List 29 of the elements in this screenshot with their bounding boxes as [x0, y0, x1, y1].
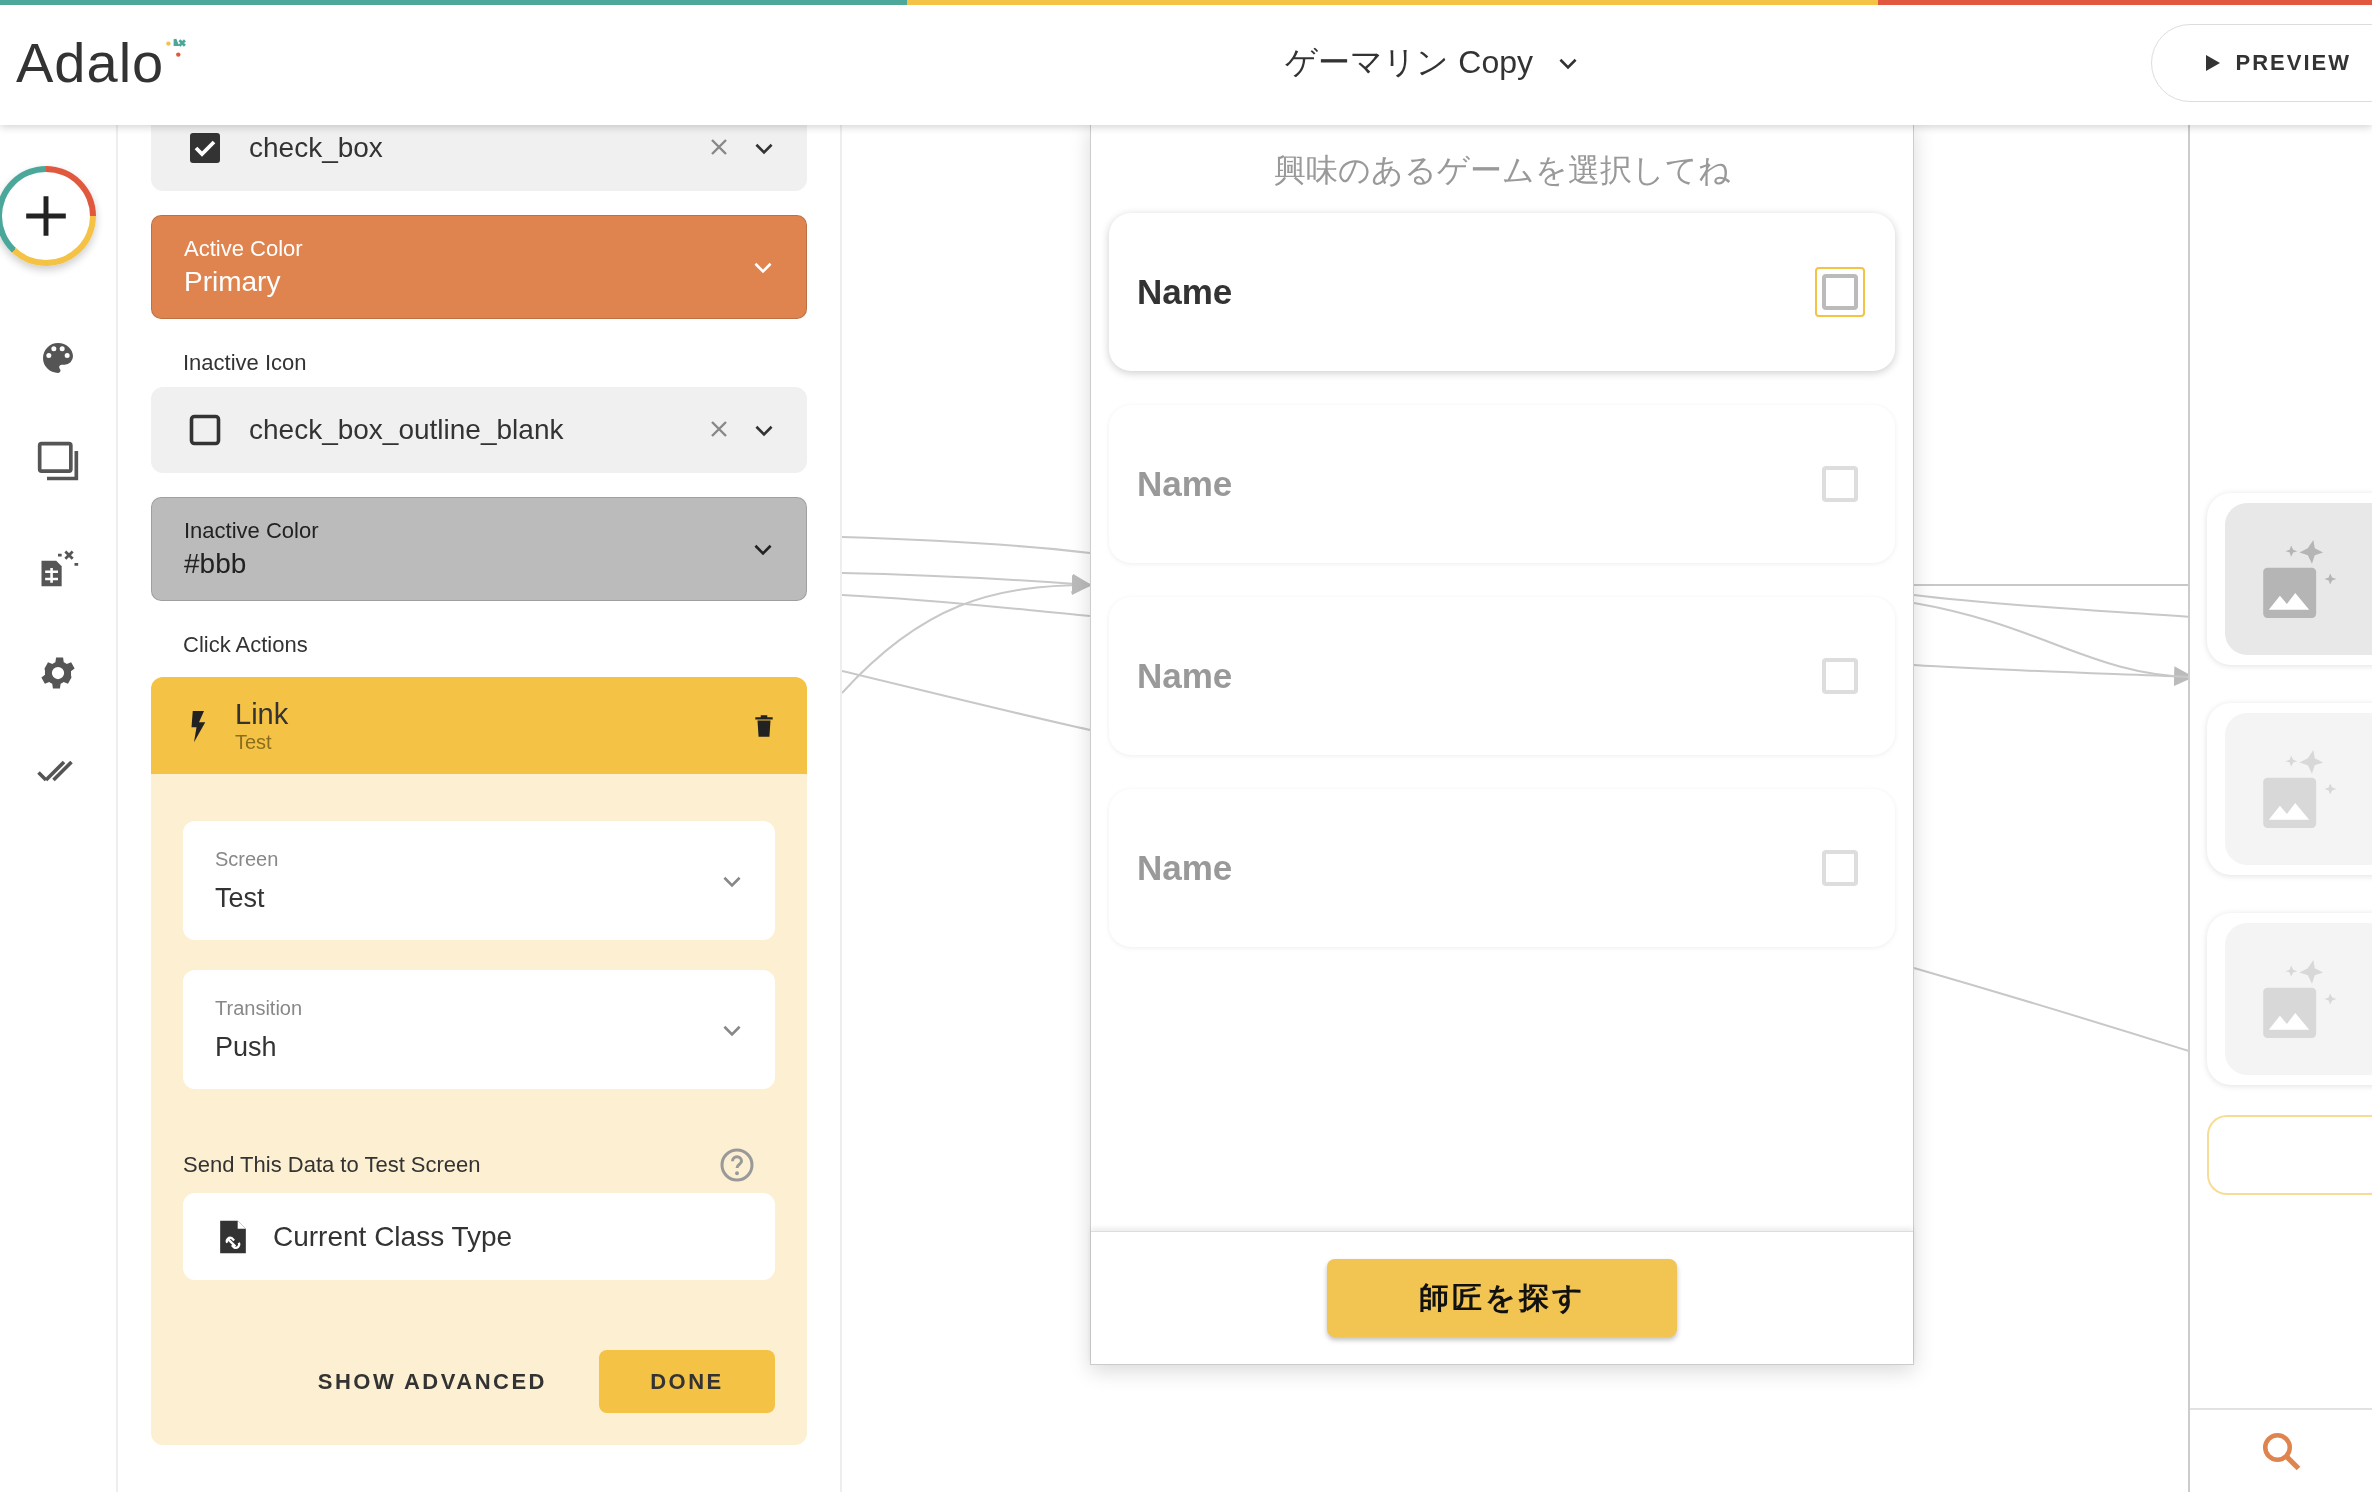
data-field[interactable]: Current Class Type [183, 1193, 775, 1280]
action-title: Link [235, 697, 290, 731]
done-button[interactable]: DONE [599, 1350, 775, 1413]
help-icon[interactable] [719, 1147, 755, 1183]
list-item[interactable]: Name [1109, 213, 1895, 371]
logo: Adalo [16, 30, 165, 95]
dropdown-field[interactable]: Screen Test [183, 821, 775, 940]
icon-field[interactable]: check_box [151, 125, 807, 191]
linked-document-icon [219, 1218, 247, 1255]
action-header[interactable]: Link Test [151, 677, 807, 774]
find-button[interactable]: 師匠を探す [1327, 1259, 1677, 1337]
checkbox-outline-icon [187, 412, 223, 448]
show-advanced-button[interactable]: SHOW ADVANCED [311, 1367, 553, 1396]
search-icon[interactable] [2260, 1430, 2302, 1472]
app-name[interactable]: ゲーマリン Copy [1285, 40, 1534, 85]
icon-field[interactable]: check_box_outline_blank [151, 387, 807, 473]
color-picker[interactable]: Inactive Color #bbb [151, 497, 807, 601]
checkbox[interactable] [1815, 267, 1865, 317]
dropdown-field[interactable]: Transition Push [183, 970, 775, 1089]
field-label: Send This Data to Test Screen [183, 1152, 481, 1178]
action-subtitle: Test [235, 730, 273, 754]
screen-heading: 興味のあるゲームを選択してね [1272, 151, 1732, 190]
preview-button[interactable]: PREVIEW [2150, 23, 2372, 102]
section-label: Click Actions [182, 631, 309, 659]
screen-card[interactable] [2207, 493, 2372, 665]
plus-icon [24, 194, 68, 238]
checked-checkbox-icon [187, 130, 223, 166]
add-button[interactable] [0, 166, 96, 266]
field-label: Inactive Icon [182, 349, 308, 377]
